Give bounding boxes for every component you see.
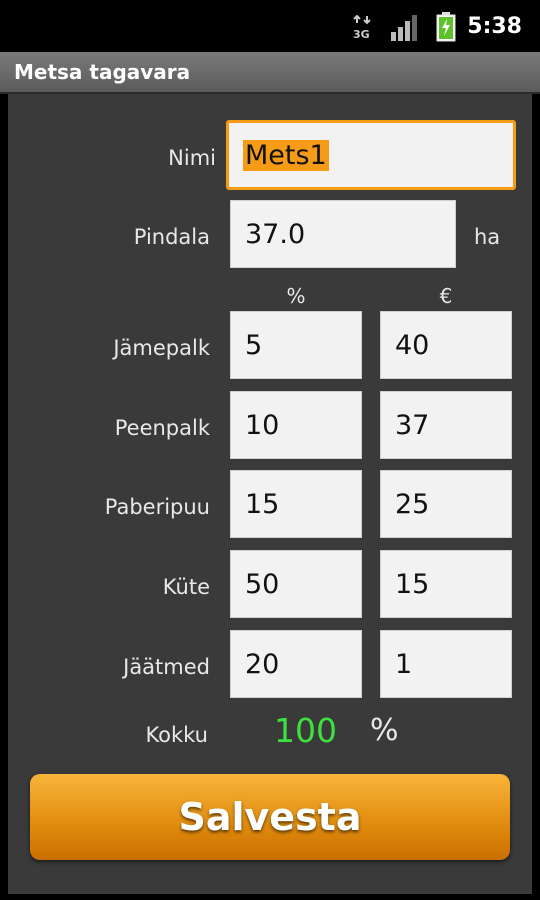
app-title-bar: Metsa tagavara — [0, 52, 540, 94]
total-label: Kokku — [145, 723, 208, 747]
signal-icon — [391, 15, 417, 41]
area-input[interactable]: 37.0 — [230, 200, 456, 268]
svg-text:3G: 3G — [353, 28, 370, 40]
percent-input-peenpalk[interactable]: 10 — [230, 391, 362, 459]
name-input[interactable]: Mets1 — [226, 120, 516, 190]
price-input-paberipuu[interactable]: 25 — [380, 470, 512, 538]
percent-input-jamepalk[interactable]: 5 — [230, 311, 362, 379]
percent-input-paberipuu[interactable]: 15 — [230, 470, 362, 538]
area-unit: ha — [474, 225, 501, 249]
name-input-value: Mets1 — [243, 139, 329, 171]
price-input-jaatmed[interactable]: 1 — [380, 630, 512, 698]
total-value: 100 — [274, 711, 337, 750]
price-input-peenpalk[interactable]: 37 — [380, 391, 512, 459]
battery-charging-icon — [436, 12, 456, 42]
price-input-kute[interactable]: 15 — [380, 550, 512, 618]
row-label-peenpalk: Peenpalk — [114, 416, 210, 440]
price-input-jamepalk[interactable]: 40 — [380, 311, 512, 379]
area-label: Pindala — [133, 225, 210, 249]
status-bar: 3G 5:38 — [0, 0, 540, 52]
form-panel: Nimi Mets1 Pindala 37.0 ha % € Jämepalk … — [8, 94, 532, 894]
percent-input-kute[interactable]: 50 — [230, 550, 362, 618]
row-label-jaatmed: Jäätmed — [123, 655, 210, 679]
data-3g-icon: 3G — [353, 14, 371, 40]
status-time: 5:38 — [467, 14, 522, 39]
app-title: Metsa tagavara — [14, 60, 191, 84]
row-label-paberipuu: Paberipuu — [104, 495, 210, 519]
price-column-header: € — [439, 284, 453, 308]
save-button[interactable]: Salvesta — [30, 774, 510, 860]
total-unit: % — [370, 713, 399, 748]
row-label-jamepalk: Jämepalk — [113, 336, 210, 360]
percent-input-jaatmed[interactable]: 20 — [230, 630, 362, 698]
percent-column-header: % — [286, 284, 306, 308]
name-label: Nimi — [168, 146, 216, 170]
row-label-kute: Küte — [162, 575, 210, 599]
